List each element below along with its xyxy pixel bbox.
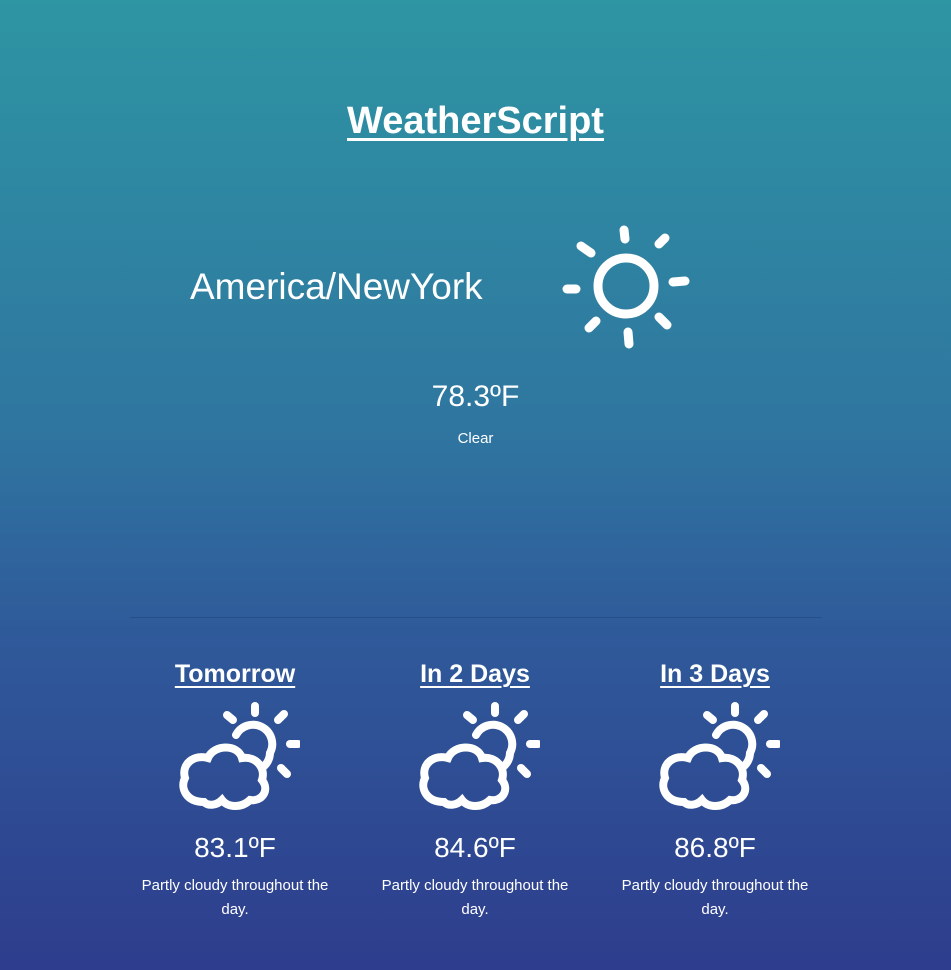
forecast-temperature: 83.1ºF: [194, 832, 276, 863]
forecast-temperature: 86.8ºF: [674, 832, 756, 863]
app-title: WeatherScript: [347, 100, 604, 142]
forecast-day-2: In 2 Days 84.6ºF Partly cloudy throughou…: [355, 660, 595, 922]
forecast-summary: Partly cloudy throughout the day.: [381, 877, 569, 918]
sun-icon: [562, 225, 690, 349]
current-temperature: 78.3ºF: [431, 380, 520, 413]
forecast-list: Tomorrow 83.1ºF Partly cloudy throughout…: [115, 660, 835, 922]
forecast-day-title: In 2 Days: [420, 660, 530, 688]
partly-cloudy-icon: [179, 702, 300, 810]
section-divider: [130, 617, 822, 618]
current-weather: America/NewYork 78.3ºF Clear: [0, 220, 951, 460]
forecast-day-3: In 3 Days 86.8ºF Partly cloudy throughou…: [595, 660, 835, 922]
partly-cloudy-icon: [419, 702, 540, 810]
forecast-temperature: 84.6ºF: [434, 832, 516, 863]
forecast-day-title: Tomorrow: [174, 660, 296, 688]
current-summary: Clear: [457, 430, 494, 447]
forecast-summary: Partly cloudy throughout the day.: [141, 877, 329, 918]
forecast-summary: Partly cloudy throughout the day.: [621, 877, 809, 918]
forecast-day-tomorrow: Tomorrow 83.1ºF Partly cloudy throughout…: [115, 660, 355, 922]
partly-cloudy-icon: [659, 702, 780, 810]
location-name: America/NewYork: [190, 266, 483, 307]
forecast-day-title: In 3 Days: [660, 660, 770, 688]
